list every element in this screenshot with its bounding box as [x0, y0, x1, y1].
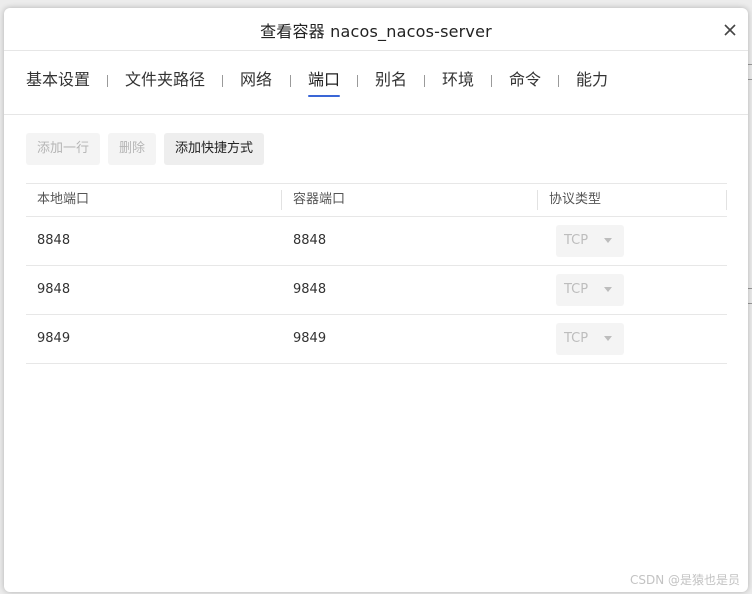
tab-capabilities[interactable]: 能力 [576, 69, 608, 97]
tab-separator [357, 75, 358, 87]
add-row-button[interactable]: 添加一行 [26, 133, 101, 165]
container-port-cell: 8848 [293, 233, 327, 248]
tab-separator [290, 75, 291, 87]
header-container-port: 容器端口 [293, 192, 346, 207]
table-row: 8848 8848 TCP [26, 217, 727, 266]
delete-button[interactable]: 删除 [108, 133, 157, 165]
container-port-cell: 9848 [293, 282, 327, 297]
local-port-cell: 9848 [37, 282, 71, 297]
protocol-select[interactable]: TCP [556, 274, 624, 306]
tab-basic-settings[interactable]: 基本设置 [26, 69, 90, 97]
table-row: 9849 9849 TCP [26, 315, 727, 364]
protocol-value: TCP [564, 331, 589, 346]
tab-environment[interactable]: 环境 [442, 69, 474, 97]
tab-network[interactable]: 网络 [240, 69, 272, 97]
column-divider [726, 190, 727, 210]
tab-command[interactable]: 命令 [509, 69, 541, 97]
header-protocol: 协议类型 [549, 192, 602, 207]
tab-separator [222, 75, 223, 87]
watermark: CSDN @是猿也是员 [629, 573, 740, 587]
dialog-title: 查看容器 nacos_nacos-server [260, 22, 492, 41]
tab-separator [491, 75, 492, 87]
protocol-select[interactable]: TCP [556, 323, 624, 355]
container-port-cell: 9849 [293, 331, 327, 346]
tab-alias[interactable]: 别名 [375, 69, 407, 97]
tab-ports[interactable]: 端口 [308, 69, 341, 97]
table-header: 本地端口 容器端口 协议类型 [26, 183, 727, 217]
tab-separator [424, 75, 425, 87]
tab-separator [558, 75, 559, 87]
tab-bar: 基本设置 文件夹路径 网络 端口 别名 环境 命令 能力 [4, 60, 748, 115]
table-row: 9848 9848 TCP [26, 266, 727, 315]
port-table: 本地端口 容器端口 协议类型 8848 8848 TCP 9848 9848 T… [26, 183, 727, 364]
caret-down-icon [604, 238, 612, 243]
local-port-cell: 9849 [37, 331, 71, 346]
protocol-select[interactable]: TCP [556, 225, 624, 257]
protocol-value: TCP [564, 282, 589, 297]
add-shortcut-button[interactable]: 添加快捷方式 [164, 133, 265, 165]
protocol-value: TCP [564, 233, 589, 248]
dialog-header: 查看容器 nacos_nacos-server [4, 8, 748, 51]
container-dialog: 查看容器 nacos_nacos-server 基本设置 文件夹路径 网络 端口… [4, 8, 748, 592]
local-port-cell: 8848 [37, 233, 71, 248]
tab-separator [107, 75, 108, 87]
tab-folder-path[interactable]: 文件夹路径 [125, 69, 205, 97]
close-icon [724, 24, 736, 36]
close-button[interactable] [722, 22, 738, 38]
header-local-port: 本地端口 [37, 192, 90, 207]
caret-down-icon [604, 287, 612, 292]
caret-down-icon [604, 336, 612, 341]
